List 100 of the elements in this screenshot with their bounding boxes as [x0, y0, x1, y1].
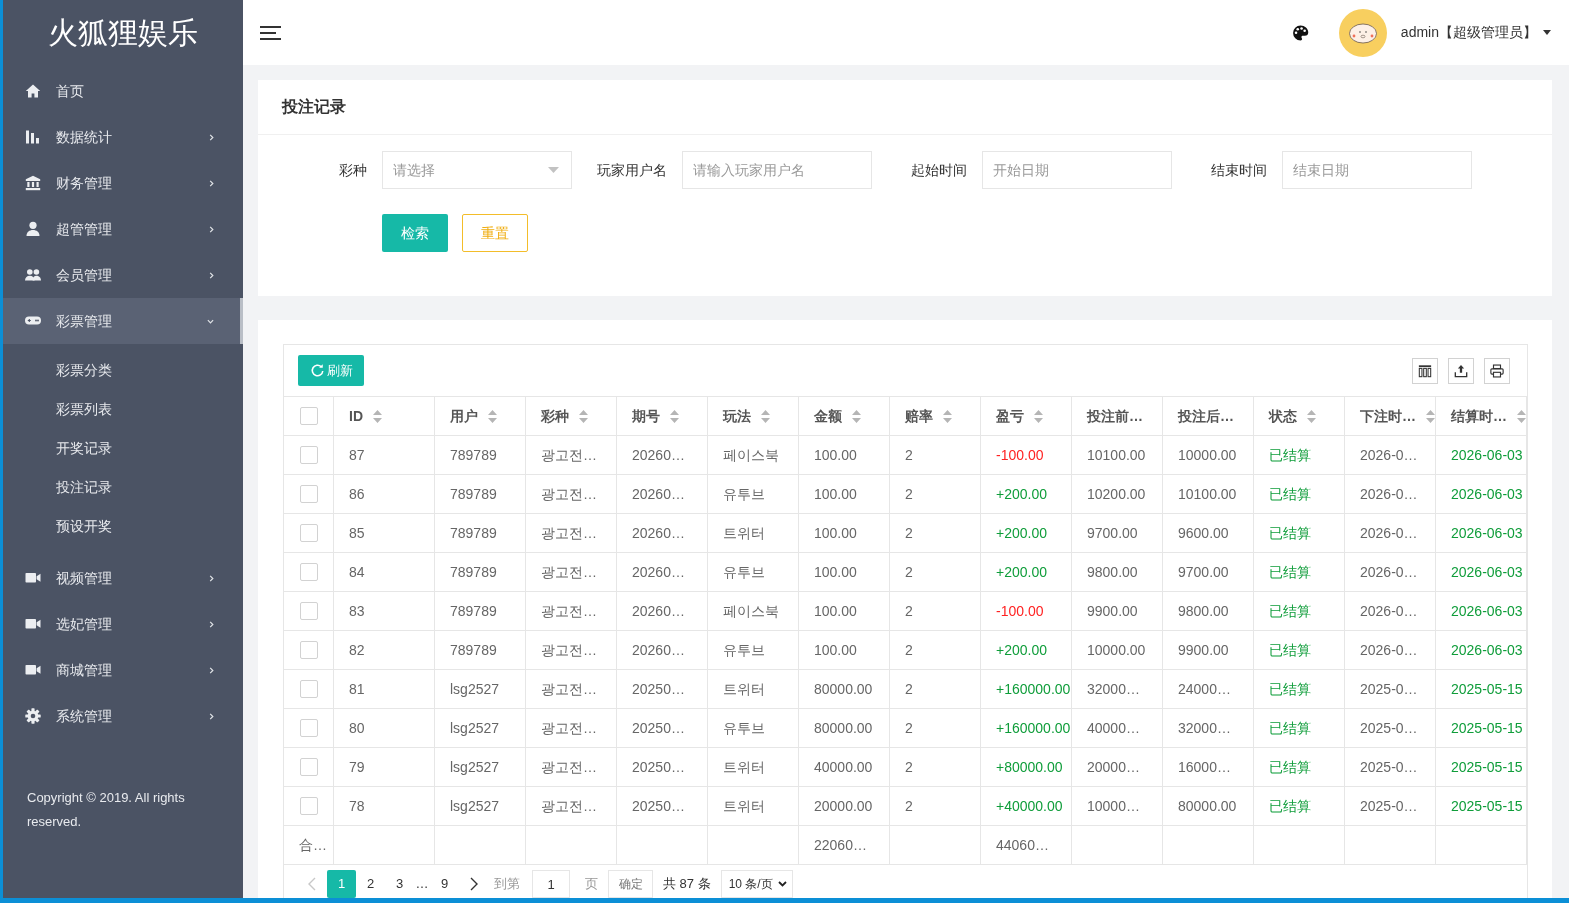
- checkbox[interactable]: [300, 524, 318, 542]
- print-button[interactable]: [1484, 357, 1510, 384]
- menu-item[interactable]: 选妃管理: [3, 601, 243, 647]
- table-cell: +200.00: [981, 553, 1072, 591]
- menu-item[interactable]: 首页: [3, 68, 243, 114]
- sort-icon[interactable]: [761, 409, 770, 423]
- column-header[interactable]: 盈亏: [996, 405, 1024, 427]
- sort-icon[interactable]: [852, 409, 861, 423]
- user-menu[interactable]: admin【超级管理员】: [1400, 22, 1551, 43]
- sort-icon[interactable]: [579, 409, 588, 423]
- table-cell: 9800.00: [1163, 592, 1254, 630]
- page-input[interactable]: 1: [532, 870, 570, 898]
- submenu-item[interactable]: 彩票列表: [3, 390, 243, 429]
- goto-label: 到第: [494, 875, 520, 894]
- input-field[interactable]: 请输入玩家用户名: [682, 151, 872, 189]
- chevron-right-icon[interactable]: [470, 877, 478, 891]
- column-header[interactable]: 投注后…: [1178, 405, 1234, 427]
- chevron-right-icon: [209, 574, 214, 582]
- date-field[interactable]: 开始日期: [982, 151, 1172, 189]
- column-header[interactable]: 下注时…: [1360, 405, 1416, 427]
- checkbox[interactable]: [300, 797, 318, 815]
- table-cell: 2025-0…: [1345, 709, 1436, 747]
- export-button[interactable]: [1448, 357, 1474, 384]
- table-cell: 100.00: [799, 553, 890, 591]
- table-cell: 10100.00: [1163, 475, 1254, 513]
- table-cell: 44060…: [981, 826, 1072, 864]
- table-cell: 87: [334, 436, 435, 474]
- table-cell: 9900.00: [1072, 592, 1163, 630]
- table-cell: 2: [890, 553, 981, 591]
- date-field[interactable]: 结束日期: [1282, 151, 1472, 189]
- table-cell: 2: [890, 709, 981, 747]
- column-header[interactable]: 彩种: [541, 405, 569, 427]
- table-cell: 20260…: [617, 553, 708, 591]
- menu-item[interactable]: 财务管理: [3, 160, 243, 206]
- page-ellipsis: …: [414, 875, 430, 894]
- submenu-item[interactable]: 开奖记录: [3, 429, 243, 468]
- avatar-icon[interactable]: [1338, 8, 1387, 57]
- checkbox[interactable]: [300, 641, 318, 659]
- table-cell: 100.00: [799, 514, 890, 552]
- table-cell: 2026-06-03: [1436, 475, 1527, 513]
- page-button[interactable]: 3: [385, 870, 414, 898]
- table-cell: 已结算: [1254, 475, 1345, 513]
- sort-icon[interactable]: [670, 409, 679, 423]
- table-cell: 9800.00: [1072, 553, 1163, 591]
- sort-icon[interactable]: [373, 409, 382, 423]
- checkbox[interactable]: [300, 719, 318, 737]
- column-header[interactable]: 金额: [814, 405, 842, 427]
- checkbox[interactable]: [300, 680, 318, 698]
- palette-icon[interactable]: [1291, 24, 1309, 41]
- checkbox[interactable]: [300, 446, 318, 464]
- sort-icon[interactable]: [943, 409, 952, 423]
- table-cell: 已结算: [1254, 514, 1345, 552]
- column-header[interactable]: 期号: [632, 405, 660, 427]
- menu-item[interactable]: 系统管理: [3, 693, 243, 739]
- checkbox[interactable]: [300, 407, 318, 425]
- page-button[interactable]: 2: [356, 870, 385, 898]
- submenu-item[interactable]: 彩票分类: [3, 351, 243, 390]
- column-header[interactable]: 玩法: [723, 405, 751, 427]
- menu-item[interactable]: 彩票管理: [3, 298, 243, 344]
- table-cell: 광고전…: [526, 553, 617, 591]
- table-cell: 2: [890, 670, 981, 708]
- column-header[interactable]: ID: [349, 405, 363, 427]
- column-header[interactable]: 赔率: [905, 405, 933, 427]
- menu-item[interactable]: 会员管理: [3, 252, 243, 298]
- column-header[interactable]: 结算时…: [1451, 405, 1507, 427]
- page-size-select[interactable]: 10 条/页: [720, 870, 793, 898]
- confirm-button[interactable]: 确定: [608, 870, 653, 898]
- submenu-item[interactable]: 预设开奖: [3, 507, 243, 546]
- table-cell: 광고전…: [526, 436, 617, 474]
- column-header[interactable]: 状态: [1269, 405, 1297, 427]
- chevron-right-icon: [209, 179, 214, 187]
- sort-icon[interactable]: [1307, 409, 1316, 423]
- table-cell: 84: [334, 553, 435, 591]
- menu-item[interactable]: 商城管理: [3, 647, 243, 693]
- table-cell: +200.00: [981, 514, 1072, 552]
- table-cell: 40000.00: [799, 748, 890, 786]
- checkbox[interactable]: [300, 563, 318, 581]
- checkbox[interactable]: [300, 485, 318, 503]
- page-unit-label: 页: [585, 875, 598, 894]
- menu-item[interactable]: 数据统计: [3, 114, 243, 160]
- checkbox[interactable]: [300, 758, 318, 776]
- menu-item[interactable]: 超管管理: [3, 206, 243, 252]
- table-cell: 2026-06-03: [1436, 592, 1527, 630]
- column-header[interactable]: 用户: [450, 405, 478, 427]
- page-button[interactable]: 9: [430, 870, 459, 898]
- table-cell: 86: [334, 475, 435, 513]
- table-cell: 유투브: [708, 631, 799, 669]
- table-cell: 광고전…: [526, 475, 617, 513]
- table-cell: 9900.00: [1163, 631, 1254, 669]
- column-filter-button[interactable]: [1412, 357, 1438, 384]
- table-cell: 2025-05-15: [1436, 709, 1527, 747]
- menu-icon[interactable]: [260, 25, 281, 40]
- column-header[interactable]: 投注前…: [1087, 405, 1143, 427]
- sort-icon[interactable]: [1517, 409, 1526, 423]
- submenu-item[interactable]: 投注记录: [3, 468, 243, 507]
- sort-icon[interactable]: [1426, 409, 1435, 423]
- sort-icon[interactable]: [488, 409, 497, 423]
- sort-icon[interactable]: [1034, 409, 1043, 423]
- menu-item[interactable]: 视频管理: [3, 555, 243, 601]
- checkbox[interactable]: [300, 602, 318, 620]
